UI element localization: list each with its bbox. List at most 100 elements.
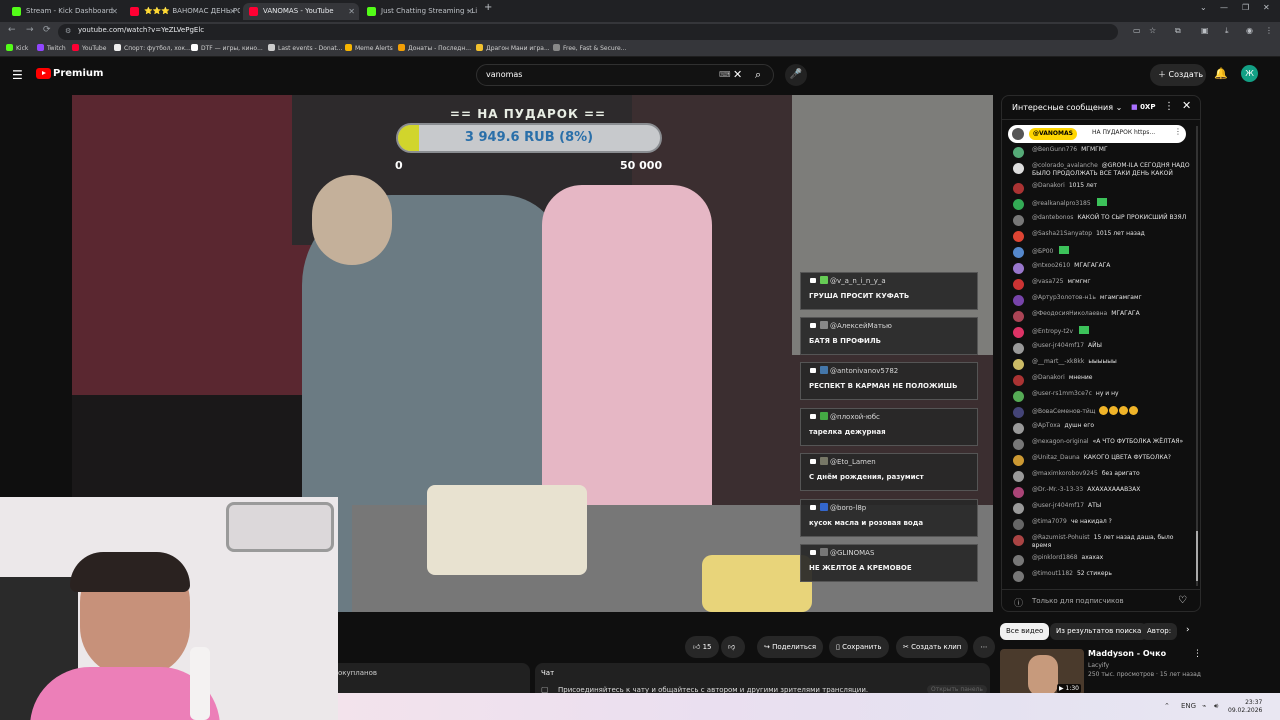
more-options-icon[interactable]: ⋮ xyxy=(1174,127,1182,136)
tray-arrow-icon[interactable]: ⌃ xyxy=(1164,702,1170,710)
extensions-icon[interactable]: ⧉ xyxy=(1175,26,1181,36)
chat-message[interactable]: @Sasha21Sanyatop 1015 лет назад xyxy=(1002,228,1200,244)
close-icon[interactable]: ✕ xyxy=(229,3,236,20)
chat-message[interactable]: @ntxoo2610 МГАГАГАГА xyxy=(1002,260,1200,276)
bookmark-item[interactable]: Meme Alerts xyxy=(345,44,393,52)
chat-message[interactable]: @nexagon-original «А ЧТО ФУТБОЛКА ЖЁЛТАЯ» xyxy=(1002,436,1200,452)
bookmark-item[interactable]: DTF — игры, кино... xyxy=(191,44,263,52)
chat-message[interactable]: @Dr.-Mr.-3-13-33 АХАХАХАААВЗАХ xyxy=(1002,484,1200,500)
network-icon[interactable]: ⌁ xyxy=(1202,702,1206,710)
bookmark-star-icon[interactable]: ☆ xyxy=(1149,26,1156,35)
chat-message[interactable]: @user-rs1mm3ce7c ну и ну xyxy=(1002,388,1200,404)
create-button[interactable]: ＋ Создать xyxy=(1150,64,1206,86)
more-options-icon[interactable]: ⋮ xyxy=(1164,101,1174,112)
chat-username[interactable]: @Sasha21Sanyatop xyxy=(1032,230,1092,237)
share-button[interactable]: ↪ Поделиться xyxy=(757,636,823,658)
save-button[interactable]: ▯ Сохранить xyxy=(829,636,889,658)
bookmark-item[interactable]: Twitch xyxy=(37,44,66,52)
avatar[interactable]: Ж xyxy=(1241,65,1258,82)
close-icon[interactable]: ✕ xyxy=(348,3,355,20)
chat-username[interactable]: @timout1182 xyxy=(1032,570,1073,577)
chat-username[interactable]: @vasa725 xyxy=(1032,278,1063,285)
chat-username[interactable]: @user-jr404mf17 xyxy=(1032,502,1084,509)
chat-username[interactable]: @Артур3олотов-н1ь xyxy=(1032,294,1096,301)
rec-thumbnail[interactable]: ▶ 1:30 xyxy=(1000,649,1084,696)
chat-username[interactable]: @colorado_avalanche xyxy=(1032,162,1098,169)
cast-icon[interactable]: ▭ xyxy=(1133,26,1141,35)
profile-icon[interactable]: ◉ xyxy=(1246,26,1253,35)
tab-vanomas-stream[interactable]: ⭐⭐⭐ ВАНОМАС ДЕНЬ РОЖ ✕ xyxy=(124,3,240,20)
chat-username[interactable]: @БР00 xyxy=(1032,248,1053,255)
rec-channel[interactable]: Lacyify xyxy=(1088,662,1109,669)
language-indicator[interactable]: ENG xyxy=(1181,702,1196,710)
chat-message[interactable]: @BenGunn776 МГМГМГ xyxy=(1002,144,1200,160)
xp-badge[interactable]: ■ 0XP xyxy=(1131,103,1155,111)
chat-message[interactable]: @tima7079 че накидал ? xyxy=(1002,516,1200,532)
chat-message[interactable]: @__mart__-xk8kk ыыыыыы xyxy=(1002,356,1200,372)
chat-message[interactable]: @Unitaz_Dauna КАКОГО ЦВЕТА ФУТБОЛКА? xyxy=(1002,452,1200,468)
chat-mode-dropdown[interactable]: Интересные сообщения ⌄ xyxy=(1012,103,1122,112)
chip-author[interactable]: Автор: xyxy=(1141,623,1177,640)
chat-username[interactable]: @Dr.-Mr.-3-13-33 xyxy=(1032,486,1083,493)
chat-username[interactable]: @dantebonos xyxy=(1032,214,1073,221)
chat-message[interactable]: @user-jr404mf17 АЙЫ xyxy=(1002,340,1200,356)
system-clock[interactable]: 23:37 09.02.2026 xyxy=(1228,699,1262,715)
keyboard-icon[interactable]: ⌨ xyxy=(719,70,731,79)
close-icon[interactable]: ✕ xyxy=(111,3,118,20)
chat-scrollbar[interactable] xyxy=(1196,126,1198,586)
chat-message[interactable]: @realkanalpro3185 xyxy=(1002,196,1200,212)
close-icon[interactable]: ✕ xyxy=(466,3,473,20)
window-close-button[interactable]: ✕ xyxy=(1263,3,1270,12)
chevron-right-icon[interactable]: › xyxy=(1186,625,1190,635)
chat-message[interactable]: @ФеодосияНиколаевна МГАГАГА xyxy=(1002,308,1200,324)
sidepanel-icon[interactable]: ▣ xyxy=(1201,26,1209,35)
download-icon[interactable]: ⤓ xyxy=(1225,26,1229,36)
chat-message[interactable]: @Razumist-Pohuist 15 лет назад даша, было… xyxy=(1002,532,1200,552)
clear-search-icon[interactable]: ✕ xyxy=(733,68,742,81)
chat-username[interactable]: @АрТоха xyxy=(1032,422,1060,429)
heart-icon[interactable]: ♡ xyxy=(1178,595,1187,606)
reload-button[interactable]: ⟳ xyxy=(43,25,51,35)
chat-message[interactable]: @maximkorobov9245 без аригато xyxy=(1002,468,1200,484)
chat-message-list[interactable]: @BenGunn776 МГМГМГ @colorado_avalanche @GRO… xyxy=(1002,144,1200,588)
bookmark-item[interactable]: Спорт: футбол, хок... xyxy=(114,44,191,52)
dislike-button[interactable]: 👎︎ xyxy=(721,636,745,658)
volume-icon[interactable]: 🔊︎ xyxy=(1214,702,1218,711)
browser-menu-icon[interactable]: ⋮ xyxy=(1265,26,1273,35)
chat-username[interactable]: @BenGunn776 xyxy=(1032,146,1077,153)
new-tab-button[interactable]: + xyxy=(484,2,492,13)
chat-message[interactable]: @vasa725 мгмгмг xyxy=(1002,276,1200,292)
close-icon[interactable]: ✕ xyxy=(1182,99,1191,112)
chat-message[interactable]: @БР00 xyxy=(1002,244,1200,260)
bookmark-item[interactable]: YouTube xyxy=(72,44,106,52)
description-box[interactable]: окупланов xyxy=(338,663,530,693)
chat-message[interactable]: @user-jr404mf17 АТЫ xyxy=(1002,500,1200,516)
chat-scroll-thumb[interactable] xyxy=(1196,531,1198,581)
more-actions-button[interactable]: ⋯ xyxy=(973,636,995,658)
info-icon[interactable]: ⓘ xyxy=(1014,596,1023,609)
chat-message[interactable]: @Entropy-t2v xyxy=(1002,324,1200,340)
search-icon[interactable]: ⌕ xyxy=(755,68,761,82)
search-input[interactable]: vanomas ⌨ ✕ ⌕ xyxy=(476,64,774,86)
chat-username[interactable]: @tima7079 xyxy=(1032,518,1067,525)
notifications-bell-icon[interactable]: 🔔 xyxy=(1214,67,1228,80)
chat-username[interactable]: @user-rs1mm3ce7c xyxy=(1032,390,1092,397)
chat-message[interactable]: @timout1182 52 стикерь xyxy=(1002,568,1200,584)
forward-button[interactable]: → xyxy=(26,25,34,35)
chat-message[interactable]: @dantebonos КАКОЙ ТО СЫР ПРОКИСШИЙ ВЗЯЛ xyxy=(1002,212,1200,228)
chat-username[interactable]: @user-jr404mf17 xyxy=(1032,342,1084,349)
chat-message[interactable]: @pinklord1868 ахахах xyxy=(1002,552,1200,568)
chat-username[interactable]: @Danakori xyxy=(1032,374,1065,381)
tab-search-icon[interactable]: ⌄ xyxy=(1200,3,1207,12)
chat-message[interactable]: @ВоваСеменов-тйщ xyxy=(1002,404,1200,420)
bookmark-item[interactable]: Last events - Donat... xyxy=(268,44,342,52)
chat-username[interactable]: @Razumist-Pohuist xyxy=(1032,534,1090,541)
voice-search-mic-icon[interactable]: 🎤 xyxy=(785,64,807,86)
chat-username[interactable]: @ФеодосияНиколаевна xyxy=(1032,310,1107,317)
tab-vanomas-youtube[interactable]: VANOMAS - YouTube ✕ xyxy=(243,3,359,20)
like-button[interactable]: 👍︎ 15 xyxy=(685,636,719,658)
bookmark-item[interactable]: Донаты - Последн... xyxy=(398,44,471,52)
site-info-icon[interactable]: ⚙ xyxy=(65,27,71,35)
chat-username[interactable]: @pinklord1868 xyxy=(1032,554,1078,561)
youtube-logo-icon[interactable] xyxy=(36,68,51,79)
